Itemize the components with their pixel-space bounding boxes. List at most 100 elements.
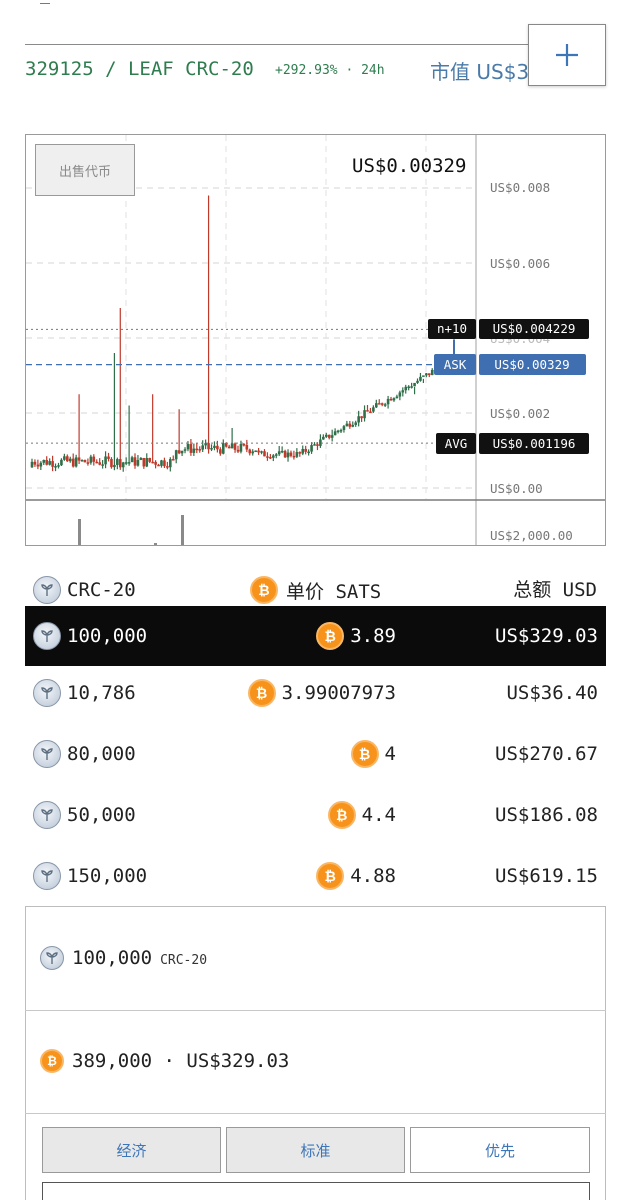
candle-body bbox=[86, 462, 90, 464]
candle-body bbox=[166, 466, 169, 468]
candle-body bbox=[304, 448, 307, 452]
row-qty: 50,000 bbox=[33, 785, 136, 845]
candle-body bbox=[351, 424, 355, 427]
candle-body bbox=[230, 443, 234, 449]
add-button[interactable] bbox=[528, 24, 606, 86]
ask-marker-tag: ASK bbox=[444, 357, 467, 372]
candle-body bbox=[272, 455, 275, 458]
y-tick-label: US$0.002 bbox=[490, 406, 550, 421]
candle-body bbox=[104, 456, 107, 465]
leaf-token-icon bbox=[33, 801, 61, 829]
candle-body bbox=[274, 454, 278, 456]
orderbook-row[interactable]: 100,000 ₿ 3.89 US$329.03 bbox=[25, 606, 606, 666]
candle-body bbox=[245, 444, 249, 450]
candle-body bbox=[51, 461, 54, 467]
candle-body bbox=[142, 458, 146, 467]
candle-body bbox=[395, 396, 399, 399]
row-qty-value: 150,000 bbox=[67, 865, 148, 887]
candle-body bbox=[248, 449, 252, 454]
token-amount-unit: CRC-20 bbox=[160, 952, 208, 968]
candle-body bbox=[348, 423, 352, 427]
panel-divider bbox=[25, 1010, 606, 1011]
candle-body bbox=[401, 390, 405, 393]
candle-body bbox=[292, 455, 296, 458]
candle-body bbox=[66, 456, 69, 462]
token-amount-field[interactable]: 100,000 CRC-20 bbox=[40, 940, 207, 976]
candle-body bbox=[425, 373, 428, 376]
candle-body bbox=[392, 398, 396, 401]
candle-body bbox=[330, 435, 334, 438]
row-total: US$619.15 bbox=[495, 865, 598, 887]
candle-body bbox=[210, 448, 213, 450]
price-change-24h: +292.93% · 24h bbox=[275, 63, 385, 78]
candle-body bbox=[360, 416, 363, 419]
candle-body bbox=[198, 449, 202, 451]
candle-body bbox=[48, 461, 51, 465]
orderbook-row[interactable]: 150,000 ₿ 4.88 US$619.15 bbox=[25, 846, 606, 906]
row-qty: 80,000 bbox=[33, 724, 136, 784]
top-edge-tick bbox=[40, 0, 50, 4]
candle-body bbox=[383, 404, 387, 406]
candle-body bbox=[121, 462, 125, 468]
leaf-token-icon bbox=[33, 576, 61, 604]
candle-body bbox=[195, 448, 199, 451]
row-price-value: 4 bbox=[384, 743, 396, 765]
fee-tab-standard[interactable]: 标准 bbox=[226, 1127, 405, 1173]
candle-body bbox=[260, 451, 263, 453]
leaf-token-icon bbox=[33, 679, 61, 707]
candle-body bbox=[242, 444, 246, 446]
fee-tab-priority[interactable]: 优先 bbox=[410, 1127, 590, 1173]
candle-body bbox=[33, 461, 37, 465]
candle-body bbox=[298, 452, 302, 454]
fee-tab-economy[interactable]: 经济 bbox=[42, 1127, 221, 1173]
orderbook-row[interactable]: 10,786 ₿ 3.99007973 US$36.40 bbox=[25, 663, 606, 723]
candle-body bbox=[74, 457, 78, 467]
row-total: US$329.03 bbox=[495, 625, 598, 647]
row-price-value: 4.4 bbox=[361, 804, 396, 826]
candle-body bbox=[430, 369, 434, 376]
candle-body bbox=[80, 460, 84, 462]
candle-body bbox=[177, 450, 181, 454]
candle-body bbox=[157, 464, 160, 467]
candle-body bbox=[316, 444, 319, 446]
candle-body bbox=[266, 456, 269, 458]
btc-amount-field[interactable]: ₿ 389,000 · US$329.03 bbox=[40, 1043, 289, 1079]
candle-body bbox=[160, 460, 163, 466]
candle-body bbox=[60, 459, 63, 466]
panel-divider bbox=[25, 1113, 606, 1114]
orderbook-row[interactable]: 50,000 ₿ 4.4 US$186.08 bbox=[25, 785, 606, 845]
row-price-value: 3.89 bbox=[350, 625, 396, 647]
candle-body bbox=[283, 450, 287, 458]
candle-body bbox=[151, 461, 154, 464]
avg-marker: AVG US$0.001196 bbox=[436, 433, 589, 454]
candle-body bbox=[377, 403, 381, 405]
leaf-token-icon bbox=[33, 740, 61, 768]
candle-body bbox=[422, 375, 425, 377]
n10-marker-value: US$0.004229 bbox=[493, 321, 576, 336]
price-chart-canvas: US$0.008 US$0.006 US$0.004 US$0.002 US$0… bbox=[26, 135, 605, 545]
bitcoin-icon: ₿ bbox=[350, 740, 379, 768]
orderbook-header-qty[interactable]: CRC-20 bbox=[33, 572, 136, 608]
candle-body bbox=[336, 430, 340, 433]
candle-body bbox=[233, 443, 237, 450]
fee-input-strip[interactable] bbox=[42, 1182, 590, 1200]
candle-body bbox=[254, 450, 257, 453]
candle-body bbox=[30, 461, 34, 468]
row-price-value: 4.88 bbox=[350, 865, 396, 887]
candle-body bbox=[183, 449, 187, 451]
candle-body bbox=[389, 398, 393, 401]
candle-body bbox=[269, 457, 272, 459]
candle-body bbox=[219, 449, 222, 454]
candle-body bbox=[354, 422, 358, 425]
row-total: US$186.08 bbox=[495, 804, 598, 826]
sell-token-button[interactable]: 出售代币 bbox=[35, 144, 135, 196]
n10-marker-tag: n+10 bbox=[437, 321, 467, 336]
candle-body bbox=[169, 459, 172, 468]
orderbook-header-price[interactable]: ₿ 单价 SATS bbox=[250, 572, 381, 608]
candle-body bbox=[313, 444, 316, 446]
market-cap-label: 市值 US$3 bbox=[430, 60, 528, 84]
leaf-token-icon bbox=[40, 946, 64, 970]
orderbook-header-total[interactable]: 总额 USD bbox=[513, 570, 597, 606]
candle-body bbox=[322, 436, 325, 440]
orderbook-row[interactable]: 80,000 ₿ 4 US$270.67 bbox=[25, 724, 606, 784]
